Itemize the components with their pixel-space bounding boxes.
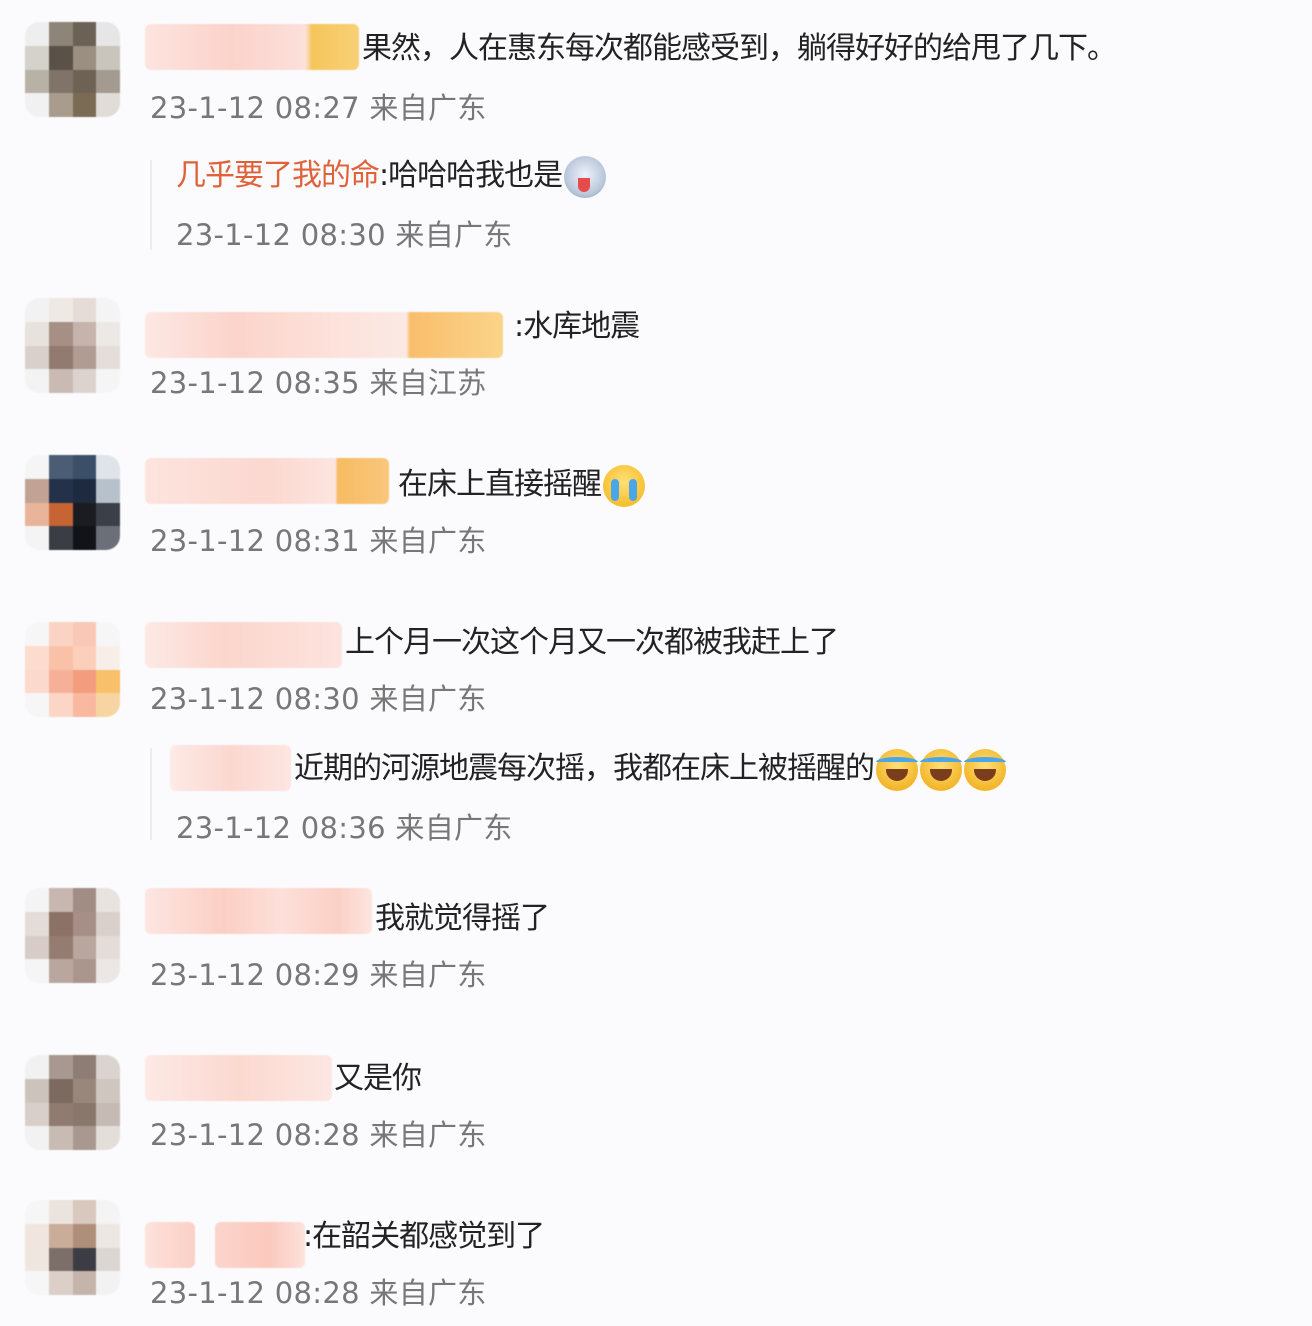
comment-text-content: 在床上直接摇醒: [398, 467, 602, 502]
comment-text: :在韶关都感觉到了: [303, 1219, 545, 1254]
username-blurred[interactable]: [145, 1222, 195, 1268]
comment-text: 果然，人在惠东每次都能感受到，躺得好好的给甩了几下。: [362, 31, 1117, 66]
laughing-crying-face-icon: [964, 748, 1006, 791]
comment-text: :水库地震: [514, 309, 640, 344]
avatar[interactable]: [25, 1055, 120, 1150]
laughing-crying-face-icon: [876, 748, 918, 791]
comment-meta: 23-1-12 08:29 来自广东: [150, 958, 487, 992]
avatar[interactable]: [25, 298, 120, 393]
comment-meta: 23-1-12 08:30 来自广东: [150, 682, 487, 716]
comment-meta: 23-1-12 08:35 来自江苏: [150, 366, 487, 400]
username-blurred[interactable]: [215, 1222, 305, 1268]
reply-divider: [150, 160, 152, 250]
reply-username-blurred[interactable]: [170, 745, 291, 791]
comment-meta: 23-1-12 08:28 来自广东: [150, 1276, 487, 1310]
laughing-crying-face-icon: [920, 748, 962, 791]
avatar[interactable]: [25, 1200, 120, 1295]
reply-meta: 23-1-12 08:36 来自广东: [176, 811, 513, 845]
comment-text: 上个月一次这个月又一次都被我赶上了: [345, 625, 839, 660]
comment-meta: 23-1-12 08:31 来自广东: [150, 524, 487, 558]
reply-text: :哈哈哈我也是: [379, 158, 563, 193]
avatar[interactable]: [25, 455, 120, 550]
comment-text: 又是你: [334, 1061, 422, 1096]
comment-text: 在床上直接摇醒: [398, 462, 645, 508]
husky-icon: [564, 155, 607, 198]
username-blurred[interactable]: [145, 888, 372, 934]
reply-divider: [150, 748, 152, 840]
avatar[interactable]: [25, 888, 120, 983]
reply-text-line: 几乎要了我的命:哈哈哈我也是: [176, 153, 607, 199]
username-blurred[interactable]: [145, 622, 342, 668]
comment-text: 我就觉得摇了: [375, 901, 550, 936]
username-blurred[interactable]: [145, 24, 359, 70]
username-blurred[interactable]: [145, 312, 503, 358]
avatar[interactable]: [25, 22, 120, 117]
username-blurred[interactable]: [145, 458, 389, 504]
avatar[interactable]: [25, 622, 120, 717]
reply-username[interactable]: 几乎要了我的命: [176, 158, 380, 193]
crying-face-icon: [603, 464, 645, 507]
username-blurred[interactable]: [145, 1055, 332, 1101]
reply-text: 近期的河源地震每次摇，我都在床上被摇醒的: [294, 751, 875, 786]
comment-meta: 23-1-12 08:27 来自广东: [150, 91, 487, 125]
reply-text-line: 近期的河源地震每次摇，我都在床上被摇醒的: [294, 746, 1006, 792]
comment-meta: 23-1-12 08:28 来自广东: [150, 1118, 487, 1152]
reply-meta: 23-1-12 08:30 来自广东: [176, 218, 513, 252]
